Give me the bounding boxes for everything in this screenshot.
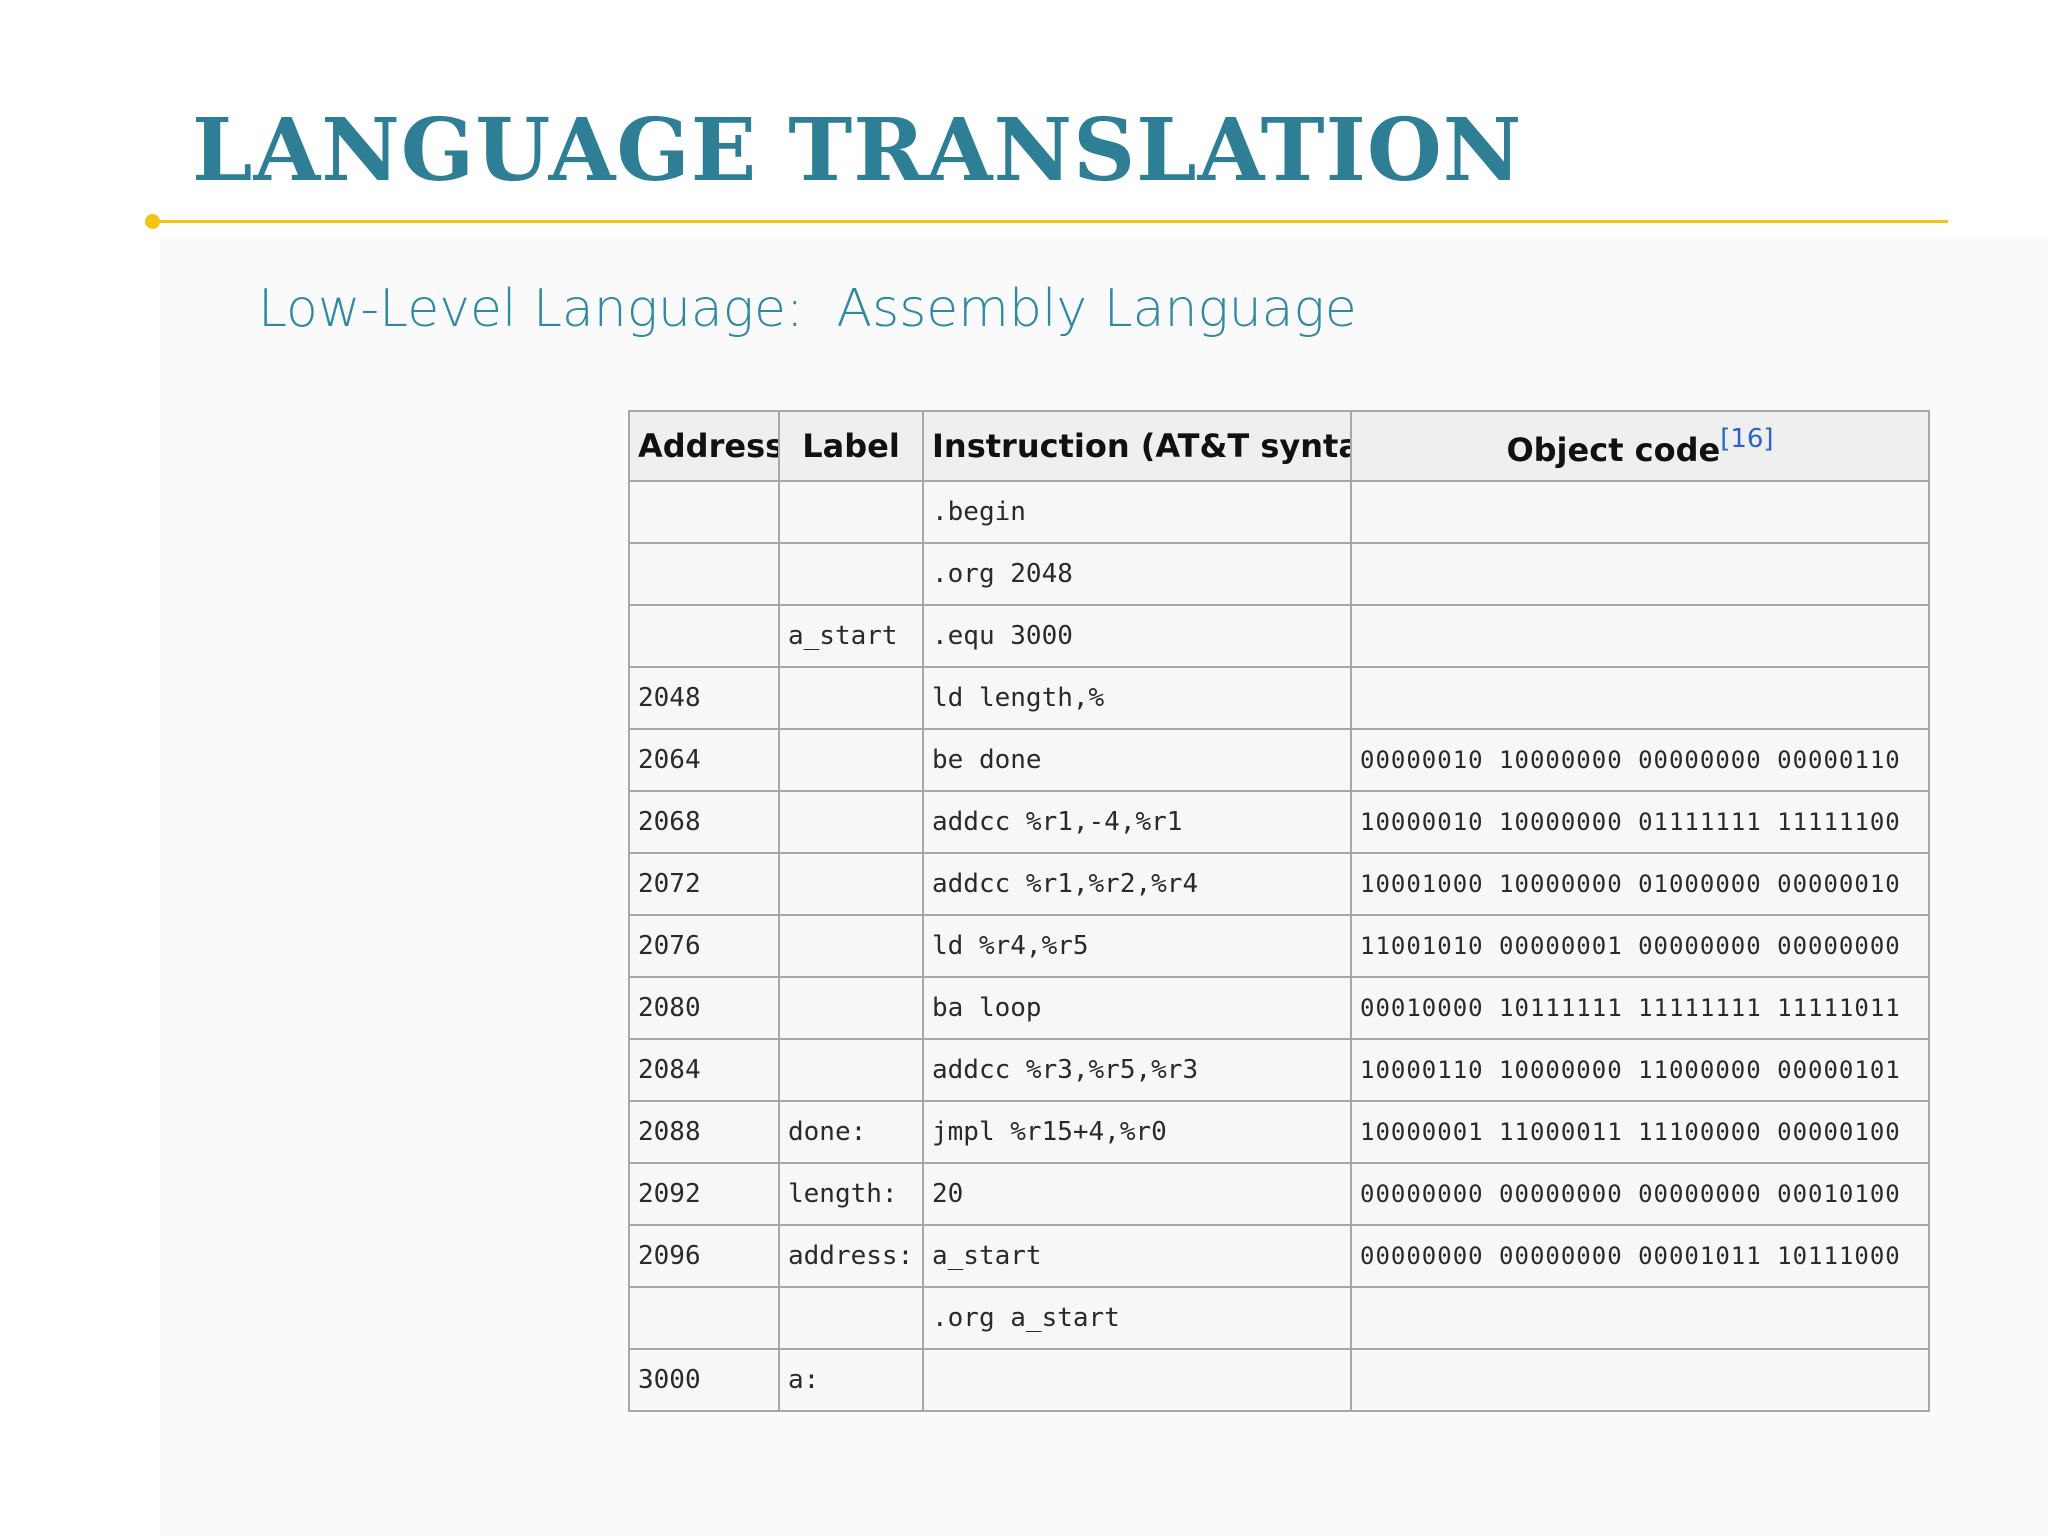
- table-row: 2088 done: jmpl %r15+4,%r0 10000001 1100001…: [628, 1100, 1930, 1164]
- reference-link[interactable]: [16]: [1720, 424, 1773, 454]
- cell-address: 2076: [628, 914, 780, 978]
- cell-address: 2084: [628, 1038, 780, 1102]
- cell-label: done:: [778, 1100, 924, 1164]
- cell-address: [628, 542, 780, 606]
- cell-instruction: addcc %r3,%r5,%r3: [922, 1038, 1352, 1102]
- cell-label: [778, 728, 924, 792]
- table-row: 2076 ld %r4,%r5 11001010 00000001 00000000…: [628, 914, 1930, 978]
- slide-title: LANGUAGE TRANSLATION: [192, 100, 1523, 201]
- cell-object-code: 00010000 10111111 11111111 11111011: [1350, 976, 1930, 1040]
- table-row: 2048 ld length,%: [628, 666, 1930, 730]
- cell-object-code: 00000010 10000000 00000000 00000110: [1350, 728, 1930, 792]
- table-row: 2072 addcc %r1,%r2,%r4 10001000 10000000 0…: [628, 852, 1930, 916]
- cell-object-code: 00000000 00000000 00000000 00010100: [1350, 1162, 1930, 1226]
- cell-address: 2064: [628, 728, 780, 792]
- cell-label: [778, 790, 924, 854]
- cell-label: length:: [778, 1162, 924, 1226]
- table-header-row: Address Label Instruction (AT&T syntax) …: [628, 410, 1930, 482]
- table-row: 2092 length: 20 00000000 00000000 00000000 …: [628, 1162, 1930, 1226]
- cell-object-code: [1350, 542, 1930, 606]
- cell-instruction: ba loop: [922, 976, 1352, 1040]
- cell-label: [778, 914, 924, 978]
- header-address: Address: [628, 410, 780, 482]
- cell-object-code: [1350, 1286, 1930, 1350]
- cell-address: 2048: [628, 666, 780, 730]
- cell-address: 2072: [628, 852, 780, 916]
- cell-instruction: ld length,%: [922, 666, 1352, 730]
- table-row: 3000 a:: [628, 1348, 1930, 1412]
- cell-instruction: be done: [922, 728, 1352, 792]
- table-row: .org a_start: [628, 1286, 1930, 1350]
- slide-subtitle: Low-Level Language: Assembly Language: [258, 279, 1357, 339]
- cell-object-code: [1350, 666, 1930, 730]
- cell-address: 2068: [628, 790, 780, 854]
- cell-instruction: [922, 1348, 1352, 1412]
- cell-object-code: [1350, 604, 1930, 668]
- cell-label: a_start: [778, 604, 924, 668]
- cell-address: [628, 480, 780, 544]
- cell-object-code: 10000110 10000000 11000000 00000101: [1350, 1038, 1930, 1102]
- cell-address: 2088: [628, 1100, 780, 1164]
- slide: LANGUAGE TRANSLATION Low-Level Language:…: [0, 0, 2048, 1536]
- cell-label: [778, 666, 924, 730]
- table-row: 2080 ba loop 00010000 10111111 11111111 11…: [628, 976, 1930, 1040]
- cell-instruction: jmpl %r15+4,%r0: [922, 1100, 1352, 1164]
- cell-instruction: .equ 3000: [922, 604, 1352, 668]
- cell-object-code: 00000000 00000000 00001011 10111000: [1350, 1224, 1930, 1288]
- table-row: 2084 addcc %r3,%r5,%r3 10000110 10000000 1…: [628, 1038, 1930, 1102]
- cell-label: [778, 852, 924, 916]
- cell-instruction: addcc %r1,-4,%r1: [922, 790, 1352, 854]
- cell-label: [778, 480, 924, 544]
- cell-object-code: 10000010 10000000 01111111 11111100: [1350, 790, 1930, 854]
- cell-address: [628, 604, 780, 668]
- cell-object-code: 10000001 11000011 11100000 00000100: [1350, 1100, 1930, 1164]
- cell-object-code: 10001000 10000000 01000000 00000010: [1350, 852, 1930, 916]
- cell-instruction: addcc %r1,%r2,%r4: [922, 852, 1352, 916]
- cell-address: 2092: [628, 1162, 780, 1226]
- table-body: .begin .org 2048 a_start .equ 3000 2048 ld le…: [628, 480, 1930, 1412]
- cell-label: [778, 1038, 924, 1102]
- title-underline-dot: [145, 214, 160, 229]
- cell-object-code: 11001010 00000001 00000000 00000000: [1350, 914, 1930, 978]
- cell-label: [778, 542, 924, 606]
- cell-label: a:: [778, 1348, 924, 1412]
- cell-address: 2096: [628, 1224, 780, 1288]
- cell-object-code: [1350, 1348, 1930, 1412]
- table-row: a_start .equ 3000: [628, 604, 1930, 668]
- header-object-code-label: Object code: [1506, 430, 1721, 469]
- cell-address: 2080: [628, 976, 780, 1040]
- table-row: 2068 addcc %r1,-4,%r1 10000010 10000000 01…: [628, 790, 1930, 854]
- header-instruction: Instruction (AT&T syntax): [922, 410, 1352, 482]
- table-row: 2064 be done 00000010 10000000 00000000 00…: [628, 728, 1930, 792]
- cell-label: [778, 1286, 924, 1350]
- table-row: 2096 address: a_start 00000000 00000000 000…: [628, 1224, 1930, 1288]
- cell-address: [628, 1286, 780, 1350]
- cell-address: 3000: [628, 1348, 780, 1412]
- cell-instruction: .org a_start: [922, 1286, 1352, 1350]
- header-label: Label: [778, 410, 924, 482]
- cell-instruction: a_start: [922, 1224, 1352, 1288]
- assembly-table: Address Label Instruction (AT&T syntax) …: [628, 410, 1930, 1412]
- table-row: .begin: [628, 480, 1930, 544]
- header-object-code: Object code[16]: [1350, 410, 1930, 482]
- cell-object-code: [1350, 480, 1930, 544]
- cell-label: address:: [778, 1224, 924, 1288]
- table-row: .org 2048: [628, 542, 1930, 606]
- cell-instruction: .begin: [922, 480, 1352, 544]
- title-underline: [154, 220, 1948, 223]
- cell-instruction: .org 2048: [922, 542, 1352, 606]
- cell-instruction: ld %r4,%r5: [922, 914, 1352, 978]
- cell-instruction: 20: [922, 1162, 1352, 1226]
- cell-label: [778, 976, 924, 1040]
